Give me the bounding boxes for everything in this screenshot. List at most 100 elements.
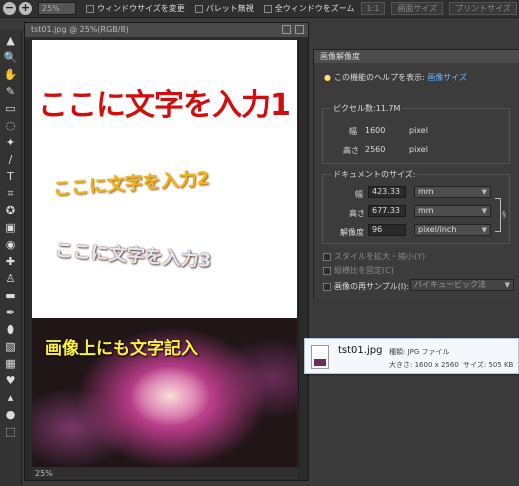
straighten-tool-icon[interactable]: ▣	[3, 221, 18, 234]
fit-screen-button[interactable]: 画面サイズ	[391, 2, 444, 15]
scale-styles-checkbox[interactable]: スタイルを拡大・縮小(Y)	[323, 251, 425, 262]
ignore-palettes-checkbox[interactable]: パレット無視	[194, 3, 254, 14]
crop-tool-icon[interactable]: ⌗	[3, 187, 18, 200]
pencil-tool-icon[interactable]: ✒	[3, 306, 18, 319]
lightbulb-icon: ●	[324, 73, 331, 82]
width-px-unit: pixel	[409, 126, 428, 135]
zoom-in-icon[interactable]: +	[19, 2, 32, 15]
paint-bucket-tool-icon[interactable]: ▦	[3, 357, 18, 370]
constrain-proportions-checkbox[interactable]: 縦横比を固定(C)	[323, 265, 394, 276]
doc-width-label: 幅	[355, 190, 363, 199]
image-size-panel: 画像解像度 ● この機能のヘルプを表示: 画像サイズ ピクセル数:11.7M 幅 …	[313, 49, 519, 299]
blur-tool-icon[interactable]: ▴	[3, 391, 18, 404]
magic-wand-tool-icon[interactable]: ✦	[3, 136, 18, 149]
height-px-unit: pixel	[409, 145, 428, 154]
height-label: 高さ	[343, 146, 359, 155]
jpg-file-icon	[311, 345, 329, 369]
toolbox: ▲ 🔍 ✋ ✎ ▭ ◌ ✦ ∕ T ⌗ ✪ ▣ ◉ ✚ ♙ ▬ ✒ ⬮ ▧ ▦ ♥ ▴ ● ⬚	[0, 30, 22, 486]
zoom-level-field[interactable]: 25%	[38, 2, 76, 15]
document-title[interactable]: tst01.jpg @ 25%(RGB/8)	[25, 23, 308, 37]
sponge-tool-icon[interactable]: ●	[3, 408, 18, 421]
panel-title: 画像解像度	[314, 50, 519, 63]
checkbox-label: パレット無視	[205, 4, 254, 13]
checkbox-box[interactable]	[194, 4, 203, 13]
tooltip-size: サイズ: 505 KB	[463, 361, 514, 369]
red-eye-tool-icon[interactable]: ◉	[3, 238, 18, 251]
zoom-out-icon[interactable]: −	[3, 2, 16, 15]
doc-height-input[interactable]: 677.33	[368, 205, 406, 217]
vertical-scrollbar[interactable]	[298, 40, 307, 467]
checkbox-box[interactable]	[323, 252, 331, 261]
document-zoom-status[interactable]: 25%	[32, 468, 297, 479]
actual-pixels-button[interactable]: 1:1	[360, 2, 386, 15]
checkbox-box[interactable]	[323, 282, 331, 291]
doc-height-unit-select[interactable]: mm ▼	[414, 205, 491, 217]
options-bar: − + 25% ウィンドウサイズを変更 パレット無視 全ウィンドウをズーム 1:…	[0, 0, 519, 18]
selection-brush-tool-icon[interactable]: ∕	[3, 153, 18, 166]
help-line: ● この機能のヘルプを表示: 画像サイズ	[324, 72, 467, 83]
canvas-text-1: ここに文字を入力1	[38, 88, 291, 123]
tooltip-type: 種類: JPG ファイル	[389, 348, 450, 356]
move-tool-icon[interactable]: ▲	[3, 34, 18, 47]
chevron-down-icon: ▼	[481, 188, 487, 196]
zoom-all-windows-checkbox[interactable]: 全ウィンドウをズーム	[263, 3, 355, 14]
brush-tool-icon[interactable]: ⬮	[3, 323, 18, 336]
checkbox-box[interactable]	[323, 266, 331, 275]
cookie-cutter-tool-icon[interactable]: ✪	[3, 204, 18, 217]
document-size-label: ドキュメントのサイズ:	[331, 169, 418, 180]
canvas-text-3: ここに文字を入力3	[54, 239, 212, 272]
resolution-label: 解像度	[340, 228, 364, 237]
help-link[interactable]: 画像サイズ	[427, 73, 467, 82]
color-swatches-icon[interactable]: ⬚	[3, 425, 18, 438]
doc-height-unit: mm	[418, 206, 434, 215]
chevron-down-icon: ▼	[481, 207, 487, 215]
print-size-button[interactable]: プリントサイズ	[449, 2, 517, 15]
width-px-value: 1600	[365, 126, 386, 135]
gradient-tool-icon[interactable]: ▧	[3, 340, 18, 353]
maximize-icon[interactable]	[295, 25, 304, 34]
checkbox-box[interactable]	[86, 4, 94, 13]
flower-photo: 画像上にも文字記入	[32, 318, 297, 467]
window-controls	[282, 25, 304, 34]
resample-method: バイキュービック法	[414, 280, 486, 289]
resolution-input[interactable]: 96	[368, 224, 406, 236]
help-prefix: この機能のヘルプを表示:	[333, 73, 425, 82]
canvas-text-2: ここに文字を入力2	[52, 168, 210, 200]
pixel-dimensions-group: ピクセル数:11.7M 幅 1600 pixel 高さ 2560 pixel	[322, 103, 510, 164]
file-info-tooltip: tst01.jpg 種類: JPG ファイル 大きさ: 1600 x 2560 …	[304, 338, 519, 374]
resample-method-select[interactable]: バイキュービック法 ▼	[410, 279, 514, 291]
minimize-icon[interactable]	[282, 25, 291, 34]
doc-width-unit: mm	[418, 187, 434, 196]
checkbox-label: 縦横比を固定(C)	[334, 266, 394, 275]
checkbox-label: 画像の再サンプル(I):	[334, 282, 410, 291]
chevron-down-icon: ▼	[504, 281, 510, 289]
eyedropper-tool-icon[interactable]: ✎	[3, 85, 18, 98]
zoom-tool-icon[interactable]: 🔍	[3, 51, 18, 64]
document-window: tst01.jpg @ 25%(RGB/8) ここに文字を入力1 ここに文字を入…	[24, 22, 309, 481]
clone-stamp-tool-icon[interactable]: ♙	[3, 272, 18, 285]
shape-tool-icon[interactable]: ♥	[3, 374, 18, 387]
checkbox-label: スタイルを拡大・縮小(Y)	[334, 252, 426, 261]
resolution-unit: pixel/inch	[418, 225, 457, 234]
checkbox-box[interactable]	[263, 4, 272, 13]
width-label: 幅	[349, 127, 357, 136]
resample-checkbox[interactable]: 画像の再サンプル(I):	[323, 281, 409, 292]
hand-tool-icon[interactable]: ✋	[3, 68, 18, 81]
doc-width-input[interactable]: 423.33	[368, 186, 406, 198]
checkbox-label: ウィンドウサイズを変更	[97, 4, 185, 13]
marquee-tool-icon[interactable]: ▭	[3, 102, 18, 115]
height-px-value: 2560	[365, 145, 386, 154]
chevron-down-icon: ▼	[481, 226, 487, 234]
type-tool-icon[interactable]: T	[3, 170, 18, 183]
resolution-unit-select[interactable]: pixel/inch ▼	[414, 224, 491, 236]
checkbox-label: 全ウィンドウをズーム	[274, 4, 355, 13]
tooltip-file-name: tst01.jpg	[338, 345, 383, 356]
lasso-tool-icon[interactable]: ◌	[3, 119, 18, 132]
doc-height-label: 高さ	[349, 209, 365, 218]
pixel-dimensions-label: ピクセル数:11.7M	[331, 103, 403, 114]
resize-window-checkbox[interactable]: ウィンドウサイズを変更	[86, 3, 185, 14]
healing-brush-tool-icon[interactable]: ✚	[3, 255, 18, 268]
eraser-tool-icon[interactable]: ▬	[3, 289, 18, 302]
doc-width-unit-select[interactable]: mm ▼	[414, 186, 491, 198]
image-canvas[interactable]: ここに文字を入力1 ここに文字を入力2 ここに文字を入力3 画像上にも文字記入	[32, 40, 297, 467]
